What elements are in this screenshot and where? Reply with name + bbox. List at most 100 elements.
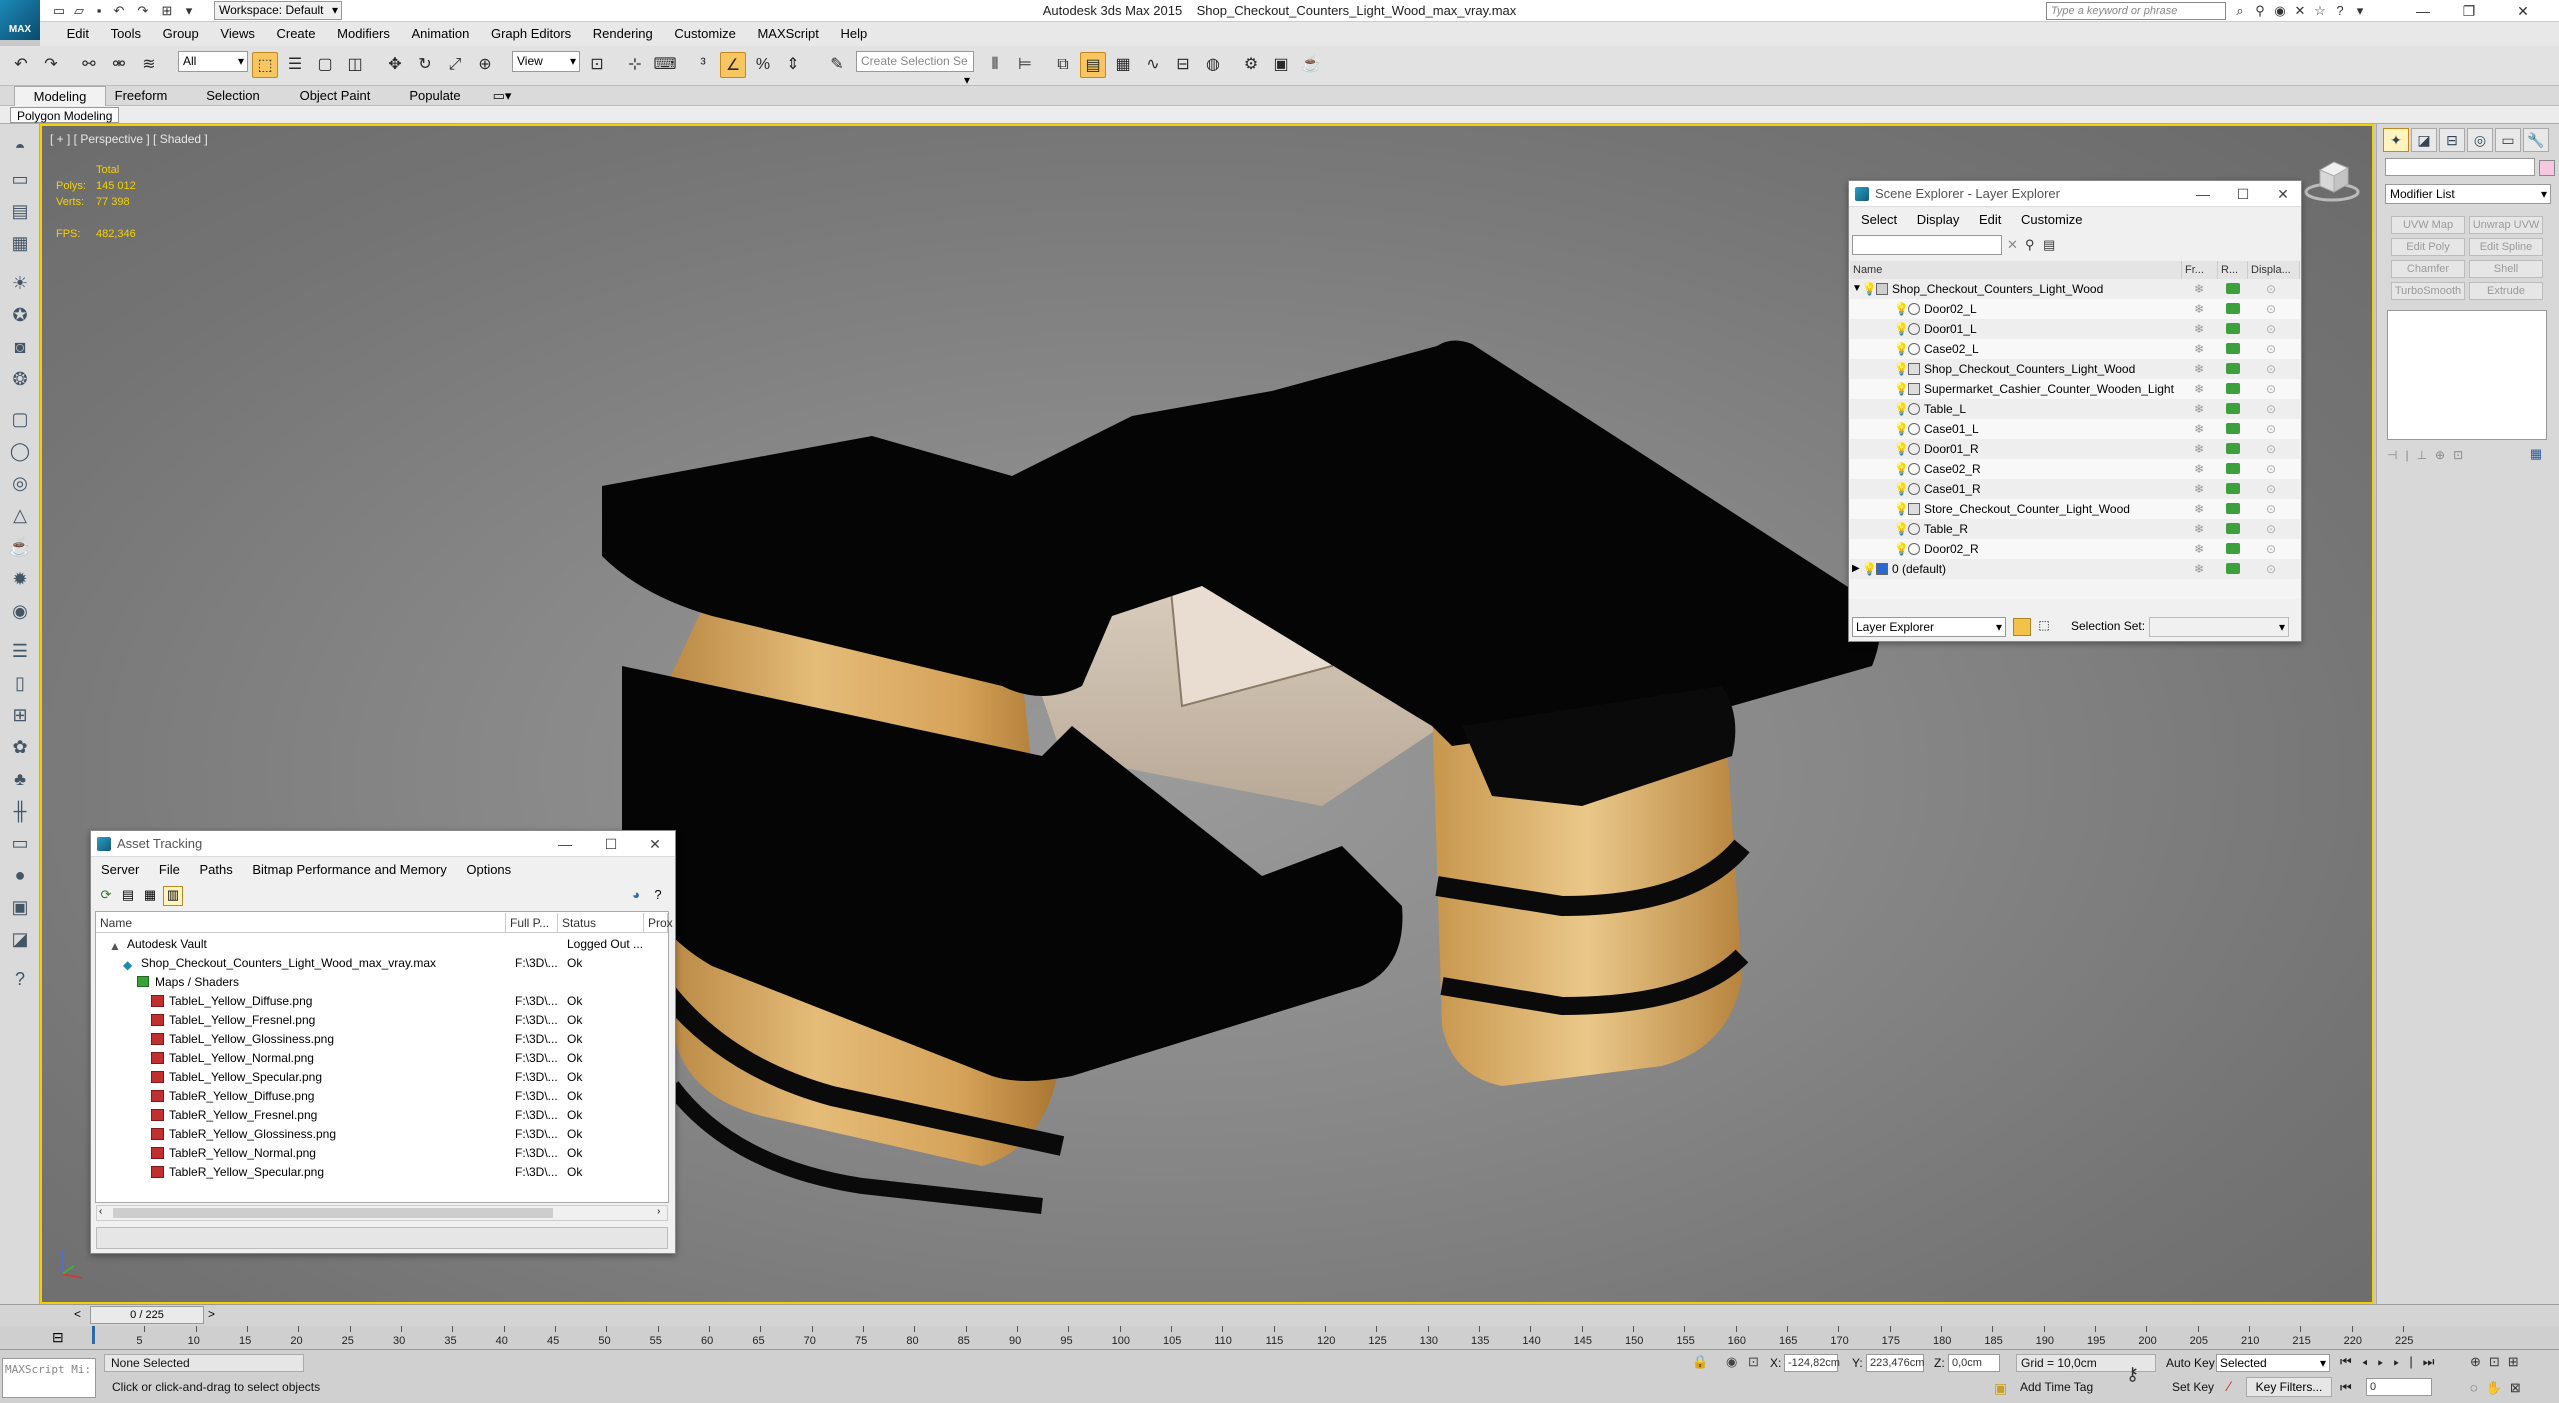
tab-object-paint[interactable]: Object Paint [290, 86, 380, 106]
at-col-proxy[interactable]: Prox [644, 913, 673, 933]
pivot-center-icon[interactable]: ⊡ [584, 52, 610, 78]
se-row[interactable]: 💡 Table_R ❄ ⊙ [1850, 519, 2300, 539]
curve-editor-icon[interactable]: ∿ [1140, 52, 1166, 78]
se-menu-customize[interactable]: Customize [2013, 209, 2090, 231]
se-row[interactable]: 💡 Store_Checkout_Counter_Light_Wood ❄ ⊙ [1850, 499, 2300, 519]
isolate-icon[interactable]: ◉ [1726, 1354, 1737, 1370]
scene-explorer-close-button[interactable]: ✕ [2263, 181, 2303, 207]
se-options-icon[interactable]: ▤ [2043, 237, 2055, 253]
turbosmooth-button[interactable]: TurboSmooth [2391, 282, 2465, 300]
se-row[interactable]: 💡 Case01_R ❄ ⊙ [1850, 479, 2300, 499]
display-icon[interactable]: ⊙ [2266, 499, 2276, 519]
display-icon[interactable]: ⊙ [2266, 319, 2276, 339]
foliage-icon[interactable]: ✿ [6, 734, 34, 760]
camera-icon[interactable]: ◙ [6, 334, 34, 360]
select-and-move-icon[interactable]: ✥ [382, 52, 408, 78]
edit-poly-button[interactable]: Edit Poly [2391, 238, 2465, 256]
bulb-icon[interactable]: 💡 [1894, 462, 1909, 476]
time-slider[interactable]: 0 / 225 [90, 1306, 204, 1324]
rectangular-selection-icon[interactable]: ▢ [312, 52, 338, 78]
configure-modifier-sets-icon[interactable]: ▦ [2525, 446, 2547, 466]
viewcube[interactable] [2304, 156, 2360, 202]
auto-key-button[interactable]: Auto Key [2166, 1356, 2215, 1370]
wall-icon[interactable]: ▭ [6, 830, 34, 856]
freeze-icon[interactable]: ❄ [2194, 379, 2204, 399]
at-col-path[interactable]: Full P... [506, 913, 558, 933]
at-row[interactable]: TableR_Yellow_Diffuse.png F:\3D\... Ok [95, 1087, 665, 1106]
se-row[interactable]: ▼ 💡 Shop_Checkout_Counters_Light_Wood ❄ ⊙ [1850, 279, 2300, 299]
key-filters-button[interactable]: Key Filters... [2246, 1377, 2332, 1397]
bind-to-space-warp-icon[interactable]: ≋ [136, 52, 162, 78]
menu-modifiers[interactable]: Modifiers [328, 22, 399, 46]
renderable-icon[interactable] [2226, 363, 2240, 374]
door-icon[interactable]: ▯ [6, 670, 34, 696]
keyboard-shortcut-override-icon[interactable]: ⌨ [652, 52, 678, 78]
help-icon[interactable]: ? [2330, 2, 2350, 20]
window-crossing-icon[interactable]: ◫ [342, 52, 368, 78]
expand-toggle-icon[interactable]: ▶ [1852, 559, 1860, 579]
renderable-icon[interactable] [2226, 283, 2240, 294]
scene-states-icon[interactable]: ▤ [6, 198, 34, 224]
edit-named-selection-icon[interactable]: ✎ [824, 52, 850, 78]
sun-icon[interactable]: ✹ [6, 566, 34, 592]
at-col-status[interactable]: Status [558, 913, 644, 933]
window-object-icon[interactable]: ⊞ [6, 702, 34, 728]
se-row[interactable]: 💡 Supermarket_Cashier_Counter_Wooden_Ligh… [1850, 379, 2300, 399]
bulb-icon[interactable]: 💡 [1894, 322, 1909, 336]
menu-rendering[interactable]: Rendering [584, 22, 662, 46]
chamfer-button[interactable]: Chamfer [2391, 260, 2465, 278]
bulb-icon[interactable]: 💡 [1894, 442, 1909, 456]
infocenter-icon[interactable]: ⚲ [2250, 2, 2270, 20]
renderable-icon[interactable] [2226, 543, 2240, 554]
select-object-icon[interactable]: ⬚ [252, 52, 278, 78]
object-color-swatch[interactable] [2539, 160, 2555, 176]
asset-tracking-minimize-button[interactable]: — [545, 831, 585, 857]
menu-tools[interactable]: Tools [102, 22, 150, 46]
bulb-icon[interactable]: 💡 [1862, 562, 1877, 576]
binoculars-icon[interactable]: ⌕ [2230, 2, 2250, 20]
save-icon[interactable]: ▪ [90, 2, 108, 20]
select-manipulate-icon[interactable]: ⊹ [622, 52, 648, 78]
display-icon[interactable]: ⊙ [2266, 519, 2276, 539]
uvw-map-button[interactable]: UVW Map [2391, 216, 2465, 234]
bulb-icon[interactable]: 💡 [1894, 542, 1909, 556]
favorites-icon[interactable]: ☆ [2310, 2, 2330, 20]
new-file-icon[interactable]: ▭ [50, 2, 68, 20]
bulb-icon[interactable]: 💡 [1862, 282, 1877, 296]
at-row[interactable]: ▲ Autodesk Vault Logged Out ... [95, 935, 665, 954]
display-icon[interactable]: ⊙ [2266, 539, 2276, 559]
time-tag-icon[interactable]: ▣ [1994, 1380, 2007, 1397]
motion-tab-icon[interactable]: ◎ [2467, 128, 2493, 152]
at-horizontal-scrollbar[interactable]: ‹ › [96, 1205, 668, 1221]
freeze-icon[interactable]: ❄ [2194, 499, 2204, 519]
tab-populate[interactable]: Populate [398, 86, 472, 106]
extrude-button[interactable]: Extrude [2469, 282, 2543, 300]
se-clear-search-icon[interactable]: ✕ [2007, 237, 2018, 253]
se-selection-toggle-icon[interactable]: ⬚ [2035, 618, 2053, 636]
lock-selection-icon[interactable]: 🔒 [1692, 1354, 1708, 1370]
se-row[interactable]: 💡 Shop_Checkout_Counters_Light_Wood ❄ ⊙ [1850, 359, 2300, 379]
menu-help[interactable]: Help [831, 22, 876, 46]
renderable-icon[interactable] [2226, 503, 2240, 514]
add-time-tag[interactable]: Add Time Tag [2020, 1380, 2093, 1394]
at-refresh-icon[interactable]: ⟳ [97, 887, 115, 905]
renderable-icon[interactable] [2226, 343, 2240, 354]
open-file-icon[interactable]: ▱ [70, 2, 88, 20]
at-row[interactable]: TableR_Yellow_Specular.png F:\3D\... Ok [95, 1163, 665, 1182]
key-mode-select[interactable]: Selected ▾ [2216, 1354, 2330, 1372]
workspace-select[interactable]: Workspace: Default ▾ [214, 1, 342, 20]
display-icon[interactable]: ⊙ [2266, 459, 2276, 479]
select-and-scale-icon[interactable]: ⤢ [442, 52, 468, 78]
se-col-freeze[interactable]: Fr... [2182, 261, 2218, 279]
at-col-name[interactable]: Name [96, 913, 506, 933]
viewport-nav-controls-2[interactable]: ◌✋⊠ [2470, 1380, 2529, 1396]
scene-explorer-icon[interactable]: ▤ [1080, 52, 1106, 78]
at-menu-options[interactable]: Options [458, 859, 519, 881]
at-vault-icon[interactable]: ◕ [627, 887, 645, 905]
display-icon[interactable]: ⊙ [2266, 379, 2276, 399]
app-menu-button[interactable]: MAX [0, 0, 40, 40]
orbit-icon[interactable]: ◓ [6, 134, 34, 160]
select-by-name-icon[interactable]: ☰ [282, 52, 308, 78]
scene-explorer-minimize-button[interactable]: — [2183, 181, 2223, 207]
at-menu-server[interactable]: Server [93, 859, 147, 881]
